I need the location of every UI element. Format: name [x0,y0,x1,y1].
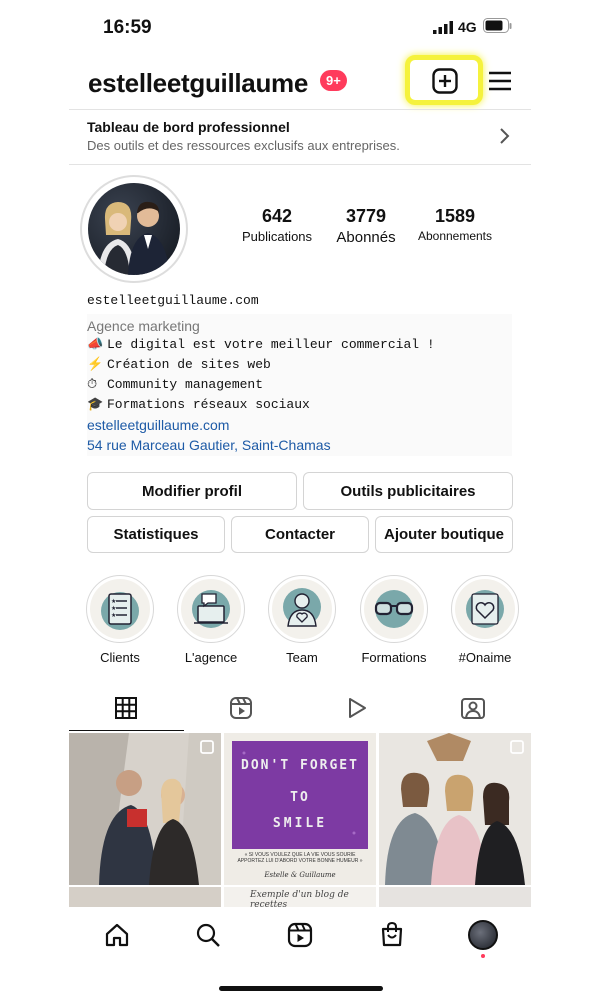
bio-line: 🎓 Formations réseaux sociaux [87,396,310,412]
home-indicator [219,986,383,991]
highlight-label: #Onaime [458,650,512,665]
tagged-icon[interactable] [460,696,486,720]
status-time: 16:59 [103,17,152,38]
grid-icon[interactable] [114,696,138,720]
dashboard-subtitle: Des outils et des ressources exclusifs a… [87,138,400,153]
post-thumbnail[interactable] [379,733,531,885]
svg-text:★: ★ [111,612,116,619]
heart-icon [466,590,504,628]
svg-text:★: ★ [111,605,116,612]
highlight-label: Clients [100,650,140,665]
profile-name: estelleetguillaume.com [87,293,259,308]
posts-count[interactable]: 642 [227,206,327,227]
bio-line: ⚡ Création de sites web [87,356,271,372]
followers-count[interactable]: 3779 [316,206,416,227]
highlight-label: L'agence [184,650,238,665]
reels-icon[interactable] [229,696,253,720]
post-text: SMILE [272,816,328,831]
insights-button[interactable]: Statistiques [87,516,225,553]
highlight-agence[interactable] [177,575,245,643]
highlight-formations[interactable] [360,575,428,643]
post-caption: « SI VOUS VOULEZ QUE LA VIE VOUS SOURIE … [237,852,363,864]
address-link[interactable]: 54 rue Marceau Gautier, Saint-Chamas [87,437,331,453]
activity-dot [481,954,485,958]
lightning-icon: ⚡ [87,356,104,371]
add-shop-button[interactable]: Ajouter boutique [375,516,513,553]
post-thumbnail[interactable]: Exemple d'un blog de recettes [224,887,376,907]
search-icon[interactable] [195,922,221,948]
post-signature: Estelle & Guillaume [264,871,336,879]
stopwatch-icon: ⏱ [87,376,98,391]
bio-line: 📣 Le digital est votre meilleur commercia… [87,336,435,352]
contact-button[interactable]: Contacter [231,516,369,553]
ad-tools-button[interactable]: Outils publicitaires [303,472,513,510]
graduation-cap-icon: 🎓 [87,396,104,411]
battery-icon [483,18,512,33]
signal-icon [433,21,453,34]
reels-nav-icon[interactable] [287,922,313,948]
profile-tab-avatar[interactable] [468,920,498,950]
highlight-team[interactable] [268,575,336,643]
network-type: 4G [458,19,477,35]
plus-square-icon[interactable] [432,68,458,94]
video-play-icon[interactable] [345,696,369,720]
post-text: DON'T FORGET [241,758,359,773]
dashboard-title: Tableau de bord professionnel [87,119,290,135]
svg-text:★: ★ [111,598,116,605]
notification-badge: 9+ [320,70,347,91]
post-thumbnail[interactable] [69,733,221,885]
hamburger-menu-icon[interactable] [487,70,513,92]
highlight-label: Team [286,650,318,665]
edit-profile-button[interactable]: Modifier profil [87,472,297,510]
following-label[interactable]: Abonnements [405,229,505,243]
home-icon[interactable] [104,922,130,948]
divider [69,164,531,165]
post-thumbnail[interactable] [379,887,531,907]
website-link[interactable]: estelleetguillaume.com [87,417,229,433]
highlight-label: Formations [361,650,427,665]
post-thumbnail[interactable] [69,887,221,907]
bio-line: ⏱ Community management [87,376,264,392]
shop-bag-icon[interactable] [379,921,405,948]
team-heart-icon [283,588,321,627]
posts-label[interactable]: Publications [227,229,327,244]
checklist-icon: ★★★ [101,592,139,630]
highlight-clients[interactable]: ★ ★ ★ [86,575,154,643]
laptop-chat-icon [192,590,230,628]
highlight-onaime[interactable] [451,575,519,643]
profile-category: Agence marketing [87,318,200,334]
glasses-icon [374,590,414,628]
chevron-right-icon [500,128,510,144]
profile-avatar[interactable] [88,183,180,275]
post-thumbnail[interactable]: DON'T FORGET TO SMILE « SI VOUS VOULEZ Q… [224,733,376,885]
profile-username[interactable]: estelleetguillaume [88,68,308,99]
following-count[interactable]: 1589 [405,206,505,227]
megaphone-icon: 📣 [87,336,104,351]
post-text: Exemple d'un blog de recettes [250,890,349,907]
active-tab-indicator [69,730,184,731]
post-text: TO [290,790,310,805]
followers-label[interactable]: Abonnés [316,229,416,246]
